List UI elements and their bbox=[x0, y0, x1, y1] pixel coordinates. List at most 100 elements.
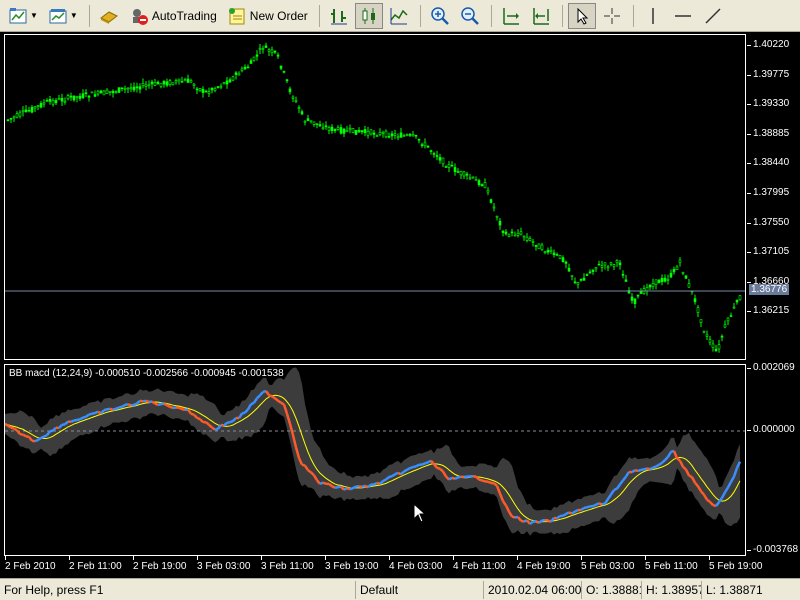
candle-body bbox=[231, 76, 235, 81]
candle-body bbox=[30, 106, 34, 113]
chart-window[interactable]: 1.40220 1.39775 1.39330 1.38885 1.38440 1.379… bbox=[0, 32, 800, 578]
time-label: 3 Feb 11:00 bbox=[261, 561, 314, 572]
candle-body bbox=[489, 199, 493, 203]
candle-body bbox=[714, 348, 718, 351]
profiles-button[interactable]: ▼ bbox=[44, 3, 82, 29]
candle-body bbox=[711, 343, 715, 349]
time-label: 2 Feb 19:00 bbox=[133, 561, 187, 572]
line-chart-button[interactable] bbox=[385, 3, 413, 29]
macd-segment bbox=[88, 412, 93, 416]
candle-body bbox=[84, 92, 88, 94]
candle-body bbox=[444, 166, 448, 168]
time-label: 4 Feb 19:00 bbox=[517, 561, 571, 572]
time-label: 2 Feb 2010 bbox=[5, 561, 56, 572]
time-label: 4 Feb 11:00 bbox=[453, 561, 506, 572]
candle-body bbox=[624, 279, 628, 282]
vertical-line-button[interactable] bbox=[639, 3, 667, 29]
new-chart-button[interactable]: ▼ bbox=[4, 3, 42, 29]
horizontal-line-button[interactable] bbox=[669, 3, 697, 29]
time-tick bbox=[581, 556, 582, 560]
macd-segment bbox=[637, 468, 642, 473]
candle-body bbox=[423, 142, 427, 147]
candle-body bbox=[357, 129, 361, 133]
candle-body bbox=[645, 287, 649, 292]
candle-body bbox=[48, 98, 52, 102]
macd-segment bbox=[487, 480, 492, 485]
candle-body bbox=[585, 274, 589, 276]
candle-body bbox=[54, 100, 58, 104]
candle-body bbox=[666, 278, 670, 281]
price-label: 1.38440 bbox=[753, 157, 790, 169]
candle-body bbox=[288, 88, 292, 93]
price-chart-canvas bbox=[5, 42, 745, 353]
price-label: 1.37995 bbox=[753, 187, 790, 198]
candle-body bbox=[441, 157, 445, 165]
vertical-line-icon bbox=[652, 7, 654, 24]
status-open: O: 1.38881 bbox=[582, 580, 642, 599]
mouse-cursor-icon bbox=[413, 503, 427, 523]
candle-body bbox=[60, 97, 64, 102]
zoom-in-button[interactable] bbox=[426, 3, 454, 29]
trendline-button[interactable] bbox=[699, 3, 727, 29]
indicator-pane[interactable]: BB macd (12,24,9) -0.000510 -0.002566 -0… bbox=[4, 364, 746, 556]
macd-segment bbox=[322, 481, 327, 485]
candle-body bbox=[240, 68, 244, 72]
candle-body bbox=[504, 231, 508, 235]
macd-segment bbox=[31, 439, 36, 443]
candle-body bbox=[174, 80, 178, 83]
bar-chart-button[interactable] bbox=[325, 3, 353, 29]
candle-body bbox=[225, 80, 229, 85]
macd-segment bbox=[40, 435, 45, 440]
macd-segment bbox=[511, 515, 516, 519]
candle-body bbox=[735, 299, 739, 303]
candle-body bbox=[237, 73, 241, 76]
candle-body bbox=[183, 79, 187, 82]
candle-body bbox=[543, 251, 547, 254]
price-chart-pane[interactable] bbox=[4, 34, 746, 360]
macd-segment bbox=[226, 420, 231, 425]
candle-body bbox=[426, 145, 430, 148]
autotrading-button[interactable]: AutoTrading bbox=[125, 3, 221, 29]
auto-scroll-button[interactable] bbox=[527, 3, 555, 29]
crosshair-button[interactable] bbox=[598, 3, 626, 29]
macd-segment bbox=[595, 502, 600, 506]
candle-body bbox=[258, 47, 262, 50]
candle-body bbox=[495, 215, 499, 218]
toolbar-separator bbox=[561, 4, 563, 27]
candle-body bbox=[36, 105, 40, 107]
candle-body bbox=[222, 82, 226, 85]
chart-shift-button[interactable] bbox=[497, 3, 525, 29]
toolbar-separator bbox=[318, 4, 320, 27]
macd-segment bbox=[5, 422, 9, 427]
candlestick-button[interactable] bbox=[354, 2, 383, 29]
candle-body bbox=[249, 60, 253, 64]
macd-segment bbox=[79, 416, 84, 421]
candle-body bbox=[408, 134, 412, 136]
macd-segment bbox=[658, 461, 663, 466]
trendline-icon bbox=[705, 7, 721, 24]
macd-segment bbox=[688, 474, 693, 479]
candle-body bbox=[105, 89, 109, 94]
candle-body bbox=[24, 109, 28, 113]
candle-body bbox=[21, 110, 25, 113]
candle-body bbox=[639, 291, 643, 294]
macd-segment bbox=[37, 436, 42, 442]
candle-body bbox=[399, 132, 403, 138]
experts-button[interactable] bbox=[95, 3, 123, 29]
macd-segment bbox=[214, 427, 219, 432]
candle-body bbox=[336, 127, 340, 130]
time-tick bbox=[325, 556, 326, 560]
candle-body bbox=[309, 120, 313, 123]
candle-body bbox=[87, 95, 91, 98]
candle-body bbox=[471, 176, 475, 179]
cursor-button[interactable] bbox=[567, 2, 596, 29]
new-order-button[interactable]: New Order bbox=[223, 3, 312, 29]
candle-body bbox=[180, 81, 184, 83]
candle-body bbox=[687, 283, 691, 288]
macd-segment bbox=[112, 407, 117, 411]
candle-body bbox=[501, 230, 505, 233]
macd-segment bbox=[166, 404, 171, 408]
macd-segment bbox=[19, 432, 24, 436]
zoom-out-button[interactable] bbox=[456, 3, 484, 29]
candle-body bbox=[102, 90, 106, 96]
